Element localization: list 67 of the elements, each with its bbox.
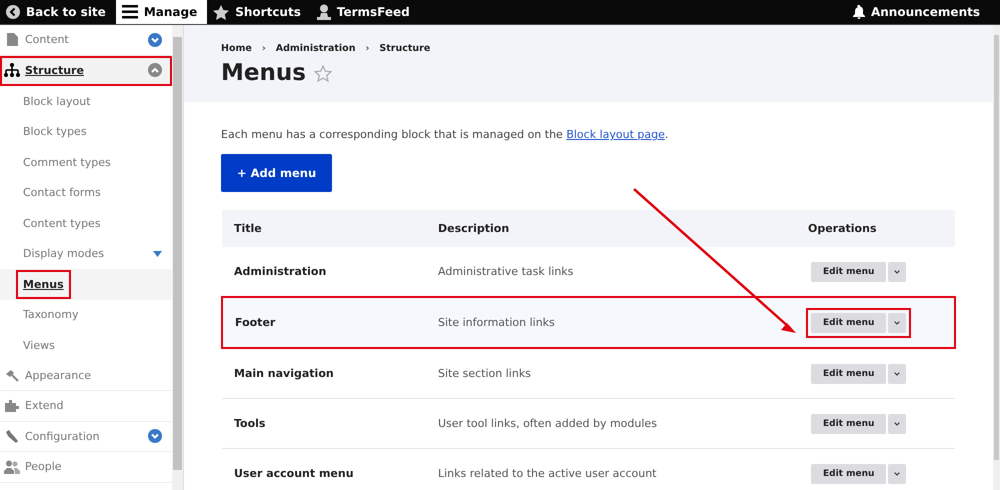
chevron-icon[interactable] <box>148 32 162 47</box>
puzzle-icon <box>4 399 20 412</box>
chevron-down-icon <box>894 268 900 274</box>
column-header: Operations <box>796 210 955 247</box>
sidebar-item[interactable]: Configuration <box>0 422 172 452</box>
chevron-down-icon <box>894 420 900 426</box>
sidebar-item[interactable]: People <box>0 452 172 482</box>
breadcrumb-separator: › <box>365 43 370 54</box>
description-cell: Links related to the active user account <box>426 448 796 490</box>
dropdown-toggle[interactable] <box>888 262 906 282</box>
chevron-down-icon <box>894 370 900 376</box>
toolbar-tab[interactable]: TermsFeed <box>310 0 420 24</box>
page-title: Menus <box>221 60 306 86</box>
sidebar-subitem[interactable]: Content types <box>18 212 106 234</box>
toolbar-tab[interactable]: Manage <box>116 0 208 24</box>
sidebar-subitem[interactable]: Display modes <box>18 243 109 264</box>
sidebar-subitem[interactable]: Block layout <box>18 90 96 112</box>
scrollbar[interactable] <box>993 25 1000 490</box>
intro-text: Each menu has a corresponding block that is managed on the Block layout page. <box>221 128 670 141</box>
bell-icon <box>852 5 865 19</box>
sidebar-subitem[interactable]: Views <box>18 334 60 356</box>
menu-title-cell: Footer <box>222 297 426 348</box>
description-cell: Site section links <box>426 348 796 398</box>
sidebar-subitem[interactable]: Taxonomy <box>18 304 84 326</box>
sidebar-item[interactable]: Structure <box>0 56 172 86</box>
edit-menu-button[interactable]: Edit menu <box>811 262 886 282</box>
sidebar-subitem[interactable]: Contact forms <box>18 182 106 204</box>
description-cell: User tool links, often added by modules <box>426 398 796 448</box>
caret-icon[interactable] <box>153 250 162 257</box>
menu-title-cell: Main navigation <box>222 348 426 398</box>
breadcrumb-separator: › <box>262 43 266 54</box>
edit-menu-button[interactable]: Edit menu <box>811 312 886 332</box>
toolbar-tab[interactable]: Back to site <box>0 0 116 24</box>
hierarchy-icon <box>4 63 20 78</box>
column-header: Title <box>222 210 426 247</box>
menu-title-cell: Tools <box>222 398 426 448</box>
column-header: Description <box>426 210 796 247</box>
dropdown-toggle[interactable] <box>888 414 906 434</box>
star-outline-icon[interactable] <box>314 64 332 82</box>
edit-menu-button[interactable]: Edit menu <box>811 464 886 484</box>
dropdown-toggle[interactable] <box>888 464 906 484</box>
edit-menu-button[interactable]: Edit menu <box>811 364 886 384</box>
document-icon <box>6 33 18 46</box>
breadcrumb-link[interactable]: Home <box>221 43 252 54</box>
chevron-down-icon <box>894 470 900 476</box>
user-icon <box>316 4 331 20</box>
sidebar-subitem[interactable]: Comment types <box>18 152 116 173</box>
scrollbar[interactable] <box>172 25 183 490</box>
toolbar-tab[interactable]: Shortcuts <box>207 0 311 24</box>
description-cell: Site information links <box>426 297 796 348</box>
dropdown-toggle[interactable] <box>888 364 906 384</box>
chevron-icon[interactable] <box>148 63 162 78</box>
people-icon <box>4 460 20 474</box>
breadcrumb-link[interactable]: Structure <box>379 43 430 54</box>
menu-title-cell: User account menu <box>222 448 426 490</box>
announcements-button[interactable]: Announcements <box>846 0 1000 24</box>
chevron-down-icon <box>894 320 900 326</box>
breadcrumb-link[interactable]: Administration <box>276 43 356 54</box>
hamburger-menu-icon <box>122 5 138 19</box>
add-menu-button[interactable]: + Add menu <box>221 154 332 192</box>
edit-menu-button[interactable]: Edit menu <box>811 414 886 434</box>
star-icon <box>213 4 230 20</box>
chevron-icon[interactable] <box>148 429 162 444</box>
block-layout-link[interactable]: Block layout page <box>566 128 665 141</box>
sidebar-item[interactable]: Extend <box>0 391 172 422</box>
dropdown-toggle[interactable] <box>888 312 906 332</box>
sidebar-subitem[interactable]: Block types <box>18 121 92 142</box>
